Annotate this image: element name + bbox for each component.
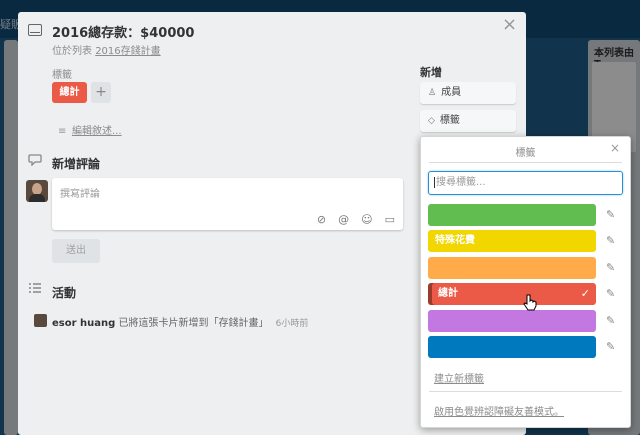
label-swatch-name: 特殊花費 <box>435 235 475 246</box>
add-label-button[interactable]: + <box>91 82 111 103</box>
label-swatch[interactable] <box>428 204 596 226</box>
activity-text: 已將這張卡片新增到「存錢計畫」 <box>118 318 269 329</box>
applied-label-chip[interactable]: 總計 <box>52 82 87 103</box>
label-swatch[interactable]: 特殊花費 <box>428 230 596 252</box>
card-title[interactable]: 2016總存款：$40000 <box>52 22 194 41</box>
popover-title: 標籤 <box>515 148 536 159</box>
tag-icon: ◇ <box>428 116 435 126</box>
edit-label-pencil-icon[interactable]: ✎ <box>606 287 615 300</box>
add-section-title: 新增 <box>420 66 442 79</box>
card-icon <box>28 24 42 36</box>
card-link-icon[interactable]: ▭ <box>385 213 395 226</box>
label-swatch[interactable]: 總計 ✓ <box>428 283 596 305</box>
description-icon: ≡ <box>58 126 67 137</box>
add-comment-heading: 新增評論 <box>52 157 101 171</box>
label-swatch-name: 總計 <box>438 288 458 299</box>
edit-label-pencil-icon[interactable]: ✎ <box>606 261 615 274</box>
divider <box>429 391 622 392</box>
labels-button[interactable]: ◇ 標籤 <box>420 110 516 132</box>
colorblind-mode-link[interactable]: 啟用色覺辨認障礙友善模式。 <box>434 403 564 418</box>
submit-comment-button[interactable]: 送出 <box>52 239 100 263</box>
person-icon: ♙ <box>428 88 437 98</box>
mouse-cursor-icon <box>523 294 537 311</box>
card-list-info: 位於列表 2016存錢計畫 <box>52 42 161 57</box>
card-list-link[interactable]: 2016存錢計畫 <box>95 46 160 57</box>
emoji-icon[interactable]: ☺ <box>361 213 372 226</box>
card-list-prefix: 位於列表 <box>52 46 92 57</box>
check-icon: ✓ <box>580 287 590 300</box>
members-button[interactable]: ♙ 成員 <box>420 82 516 104</box>
edit-label-pencil-icon[interactable]: ✎ <box>606 208 615 221</box>
activity-user[interactable]: esor huang <box>52 318 115 329</box>
attachment-icon[interactable]: ⊘ <box>317 213 326 226</box>
label-swatch[interactable] <box>428 336 596 358</box>
divider <box>429 162 622 163</box>
comment-icon <box>28 153 42 170</box>
avatar <box>26 180 48 202</box>
activity-avatar <box>34 314 47 327</box>
create-label-link[interactable]: 建立新標籤 <box>434 370 484 385</box>
labels-popover: 標籤 × 搜尋標籤... ✎ 特殊花費 ✎ ✎ 總計 ✓ ✎ ✎ ✎ 建立新標籤 啟用色覺辨認障… <box>420 136 631 428</box>
edit-label-pencil-icon[interactable]: ✎ <box>606 234 615 247</box>
activity-icon <box>28 282 42 298</box>
mention-icon[interactable]: @ <box>338 213 349 226</box>
activity-heading: 活動 <box>52 286 77 300</box>
edit-description-link[interactable]: ≡ 編輯敘述... <box>58 122 122 137</box>
label-swatch[interactable] <box>428 257 596 279</box>
activity-time[interactable]: 6小時前 <box>276 319 309 329</box>
close-icon[interactable]: × <box>502 14 517 35</box>
edit-label-pencil-icon[interactable]: ✎ <box>606 340 615 353</box>
label-swatch[interactable] <box>428 310 596 332</box>
comment-toolbar: ⊘ @ ☺ ▭ <box>317 213 395 226</box>
edit-label-pencil-icon[interactable]: ✎ <box>606 314 615 327</box>
labels-caption: 標籤 <box>52 70 72 81</box>
comment-placeholder: 撰寫評論 <box>60 189 100 200</box>
activity-entry: esor huang 已將這張卡片新增到「存錢計畫」 6小時前 <box>52 314 308 329</box>
comment-input[interactable]: 撰寫評論 ⊘ @ ☺ ▭ <box>52 178 403 230</box>
popover-close-icon[interactable]: × <box>610 141 620 155</box>
label-search-input[interactable]: 搜尋標籤... <box>428 171 623 195</box>
